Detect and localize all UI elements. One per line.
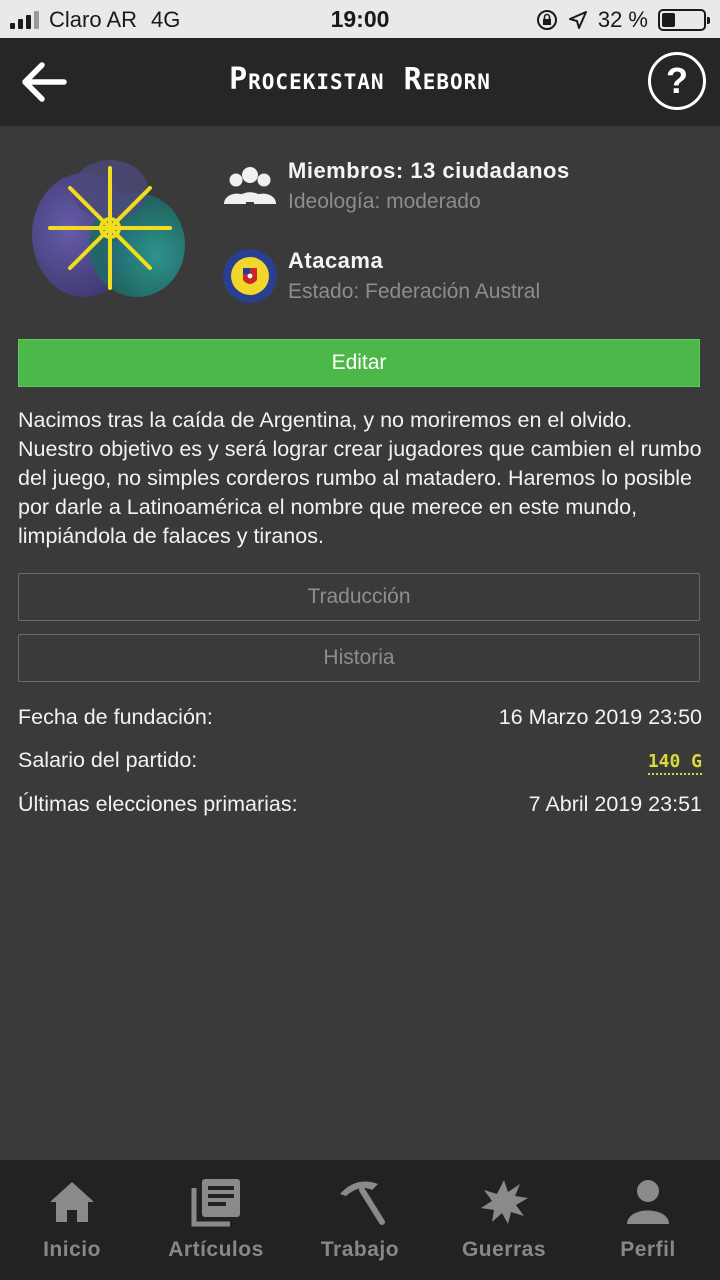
ideology-label: Ideología: moderado [288, 190, 481, 213]
tab-label: Trabajo [320, 1238, 400, 1261]
region-row[interactable]: Atacama Estado: Federación Austral [222, 248, 540, 304]
state-label: Estado: Federación Austral [288, 280, 541, 303]
group-icon [224, 167, 276, 204]
explosion-icon [481, 1180, 528, 1224]
party-logo [22, 140, 192, 310]
location-icon [568, 11, 587, 29]
arrow-left-icon [22, 62, 67, 102]
battery-icon [658, 9, 710, 31]
bottom-tab-bar: Inicio Artículos Trabajo Guerras Perfil [0, 1160, 720, 1280]
tab-label: Artículos [168, 1238, 264, 1261]
party-description: Nacimos tras la caída de Argentina, y no… [18, 408, 702, 548]
status-right: 32 % [536, 7, 710, 33]
founded-value: 16 Marzo 2019 23:50 [498, 705, 702, 729]
rotation-lock-icon [536, 10, 557, 30]
founded-label: Fecha de fundación: [18, 705, 213, 729]
back-button[interactable] [18, 56, 70, 108]
primaries-row: Últimas elecciones primarias: 7 Abril 20… [18, 792, 702, 817]
tab-label: Inicio [43, 1238, 101, 1261]
articles-icon [191, 1179, 240, 1227]
home-icon [50, 1182, 94, 1222]
tab-trabajo[interactable]: Trabajo [288, 1160, 432, 1280]
translation-button[interactable]: Traducción [18, 573, 700, 621]
primaries-value: 7 Abril 2019 23:51 [528, 792, 702, 816]
salary-row: Salario del partido: 140 G [18, 748, 702, 775]
members-row: Miembros: 13 ciudadanos Ideología: moder… [222, 158, 570, 214]
app-header: Procekistan Reborn ? [0, 38, 720, 126]
status-bar: Claro AR 4G 19:00 32 % [0, 0, 720, 38]
founded-row: Fecha de fundación: 16 Marzo 2019 23:50 [18, 705, 702, 730]
person-icon [627, 1180, 669, 1224]
region-emblem-icon [223, 249, 277, 303]
page-title: Procekistan Reborn [229, 62, 491, 97]
history-button[interactable]: Historia [18, 634, 700, 682]
tab-articulos[interactable]: Artículos [144, 1160, 288, 1280]
help-button[interactable]: ? [648, 52, 706, 110]
tab-guerras[interactable]: Guerras [432, 1160, 576, 1280]
members-count: Miembros: 13 ciudadanos [288, 158, 570, 183]
salary-value[interactable]: 140 G [647, 751, 702, 775]
tab-perfil[interactable]: Perfil [576, 1160, 720, 1280]
tab-label: Perfil [620, 1238, 676, 1261]
primaries-label: Últimas elecciones primarias: [18, 792, 298, 816]
tab-inicio[interactable]: Inicio [0, 1160, 144, 1280]
salary-label: Salario del partido: [18, 748, 198, 772]
battery-percent: 32 % [597, 7, 648, 32]
region-name: Atacama [288, 248, 384, 273]
tab-label: Guerras [461, 1238, 547, 1261]
pickaxe-icon [340, 1181, 385, 1225]
edit-button[interactable]: Editar [18, 339, 700, 387]
